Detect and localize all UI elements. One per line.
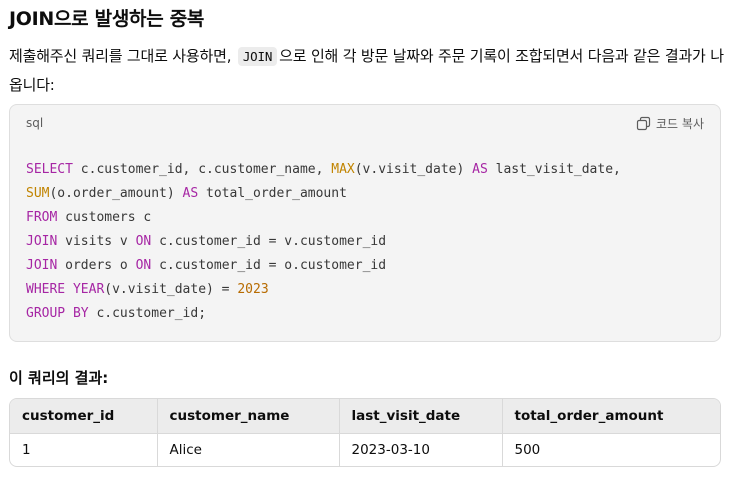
column-header: customer_id (10, 399, 157, 434)
code-token: JOIN (26, 258, 58, 273)
column-header: total_order_amount (501, 399, 720, 434)
code-token: AS (182, 186, 199, 201)
code-token: c.customer_id, c.customer_name, (72, 162, 332, 177)
explanation-paragraph: 제출해주신 쿼리를 그대로 사용하면, JOIN 으로 인해 각 방문 날짜와 주… (9, 42, 724, 100)
code-token: WHERE (26, 282, 66, 297)
code-token: SUM (26, 186, 50, 201)
code-content[interactable]: SELECT c.customer_id, c.customer_name, M… (26, 158, 621, 326)
code-line: SUM(o.order_amount) AS total_order_amoun… (26, 182, 621, 206)
code-token: c.customer_id; (88, 306, 207, 321)
code-token: c.customer_id = v.customer_id (151, 234, 387, 249)
column-header: last_visit_date (338, 399, 502, 434)
inline-code: JOIN (237, 47, 278, 66)
code-token: (v.visit_date) (354, 162, 473, 177)
code-line: JOIN orders o ON c.customer_id = o.custo… (26, 254, 621, 278)
section-heading: JOIN으로 발생하는 중복 (9, 8, 205, 30)
code-token: ON (135, 258, 152, 273)
code-language-label: sql (26, 116, 44, 130)
code-token: total_order_amount (198, 186, 347, 201)
code-token: SELECT (26, 162, 73, 177)
code-token: MAX (331, 162, 355, 177)
result-table: customer_id customer_name last_visit_dat… (9, 398, 721, 467)
code-token: JOIN (26, 234, 58, 249)
copy-code-label: 코드 복사 (656, 117, 704, 131)
code-token: (v.visit_date) = (104, 282, 238, 297)
code-line: FROM customers c (26, 206, 621, 230)
code-token: customers c (57, 210, 152, 225)
code-token: orders o (57, 258, 136, 273)
code-token: FROM (26, 210, 58, 225)
code-token: AS (472, 162, 488, 177)
table-header-row: customer_id customer_name last_visit_dat… (10, 399, 720, 434)
code-token: 2023 (237, 282, 269, 297)
result-title: 이 쿼리의 결과: (9, 369, 109, 387)
code-block: sql 코드 복사 SELECT c.customer_id, c.custom… (9, 104, 721, 342)
code-token: GROUP BY (26, 306, 89, 321)
table-cell: 1 (22, 441, 31, 458)
table-cell: Alice (156, 433, 339, 466)
table-cell: 500 (501, 433, 720, 466)
column-header: customer_name (156, 399, 339, 434)
code-line: SELECT c.customer_id, c.customer_name, M… (26, 158, 621, 182)
code-token: (o.order_amount) (49, 186, 183, 201)
copy-code-button[interactable]: 코드 복사 (636, 115, 704, 132)
copy-icon (636, 116, 651, 131)
code-token: ON (135, 234, 152, 249)
code-token: YEAR (72, 282, 105, 297)
code-line: JOIN visits v ON c.customer_id = v.custo… (26, 230, 621, 254)
paragraph-text-before: 제출해주신 쿼리를 그대로 사용하면, (9, 47, 232, 65)
table-row: 1 Alice 2023-03-10 500 (10, 433, 720, 466)
code-token: visits v (57, 234, 136, 249)
code-token: c.customer_id = o.customer_id (151, 258, 387, 273)
table-cell: 2023-03-10 (338, 433, 502, 466)
code-token: last_visit_date, (487, 162, 621, 177)
code-line: GROUP BY c.customer_id; (26, 302, 621, 326)
code-line: WHERE YEAR(v.visit_date) = 2023 (26, 278, 621, 302)
